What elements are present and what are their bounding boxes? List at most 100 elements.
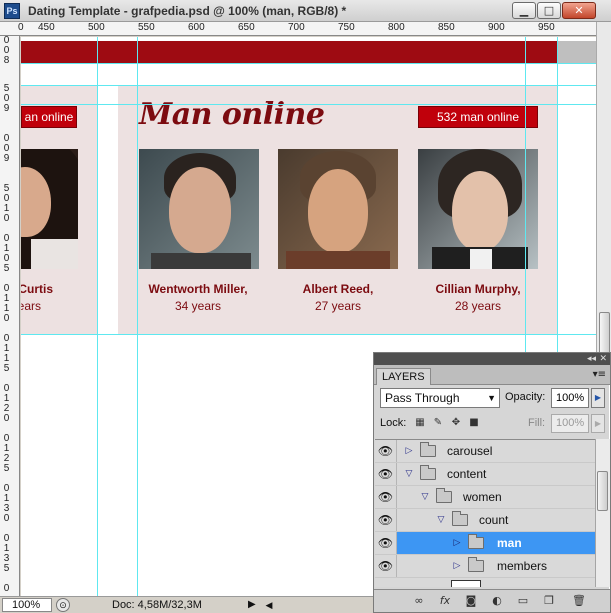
ruler-label: 700 xyxy=(288,22,305,33)
ruler-label: 5 xyxy=(3,263,10,274)
new-group-icon[interactable]: ▭ xyxy=(514,594,532,608)
ruler-label: 450 xyxy=(38,22,55,33)
ruler-label: 0 xyxy=(3,313,10,324)
close-button[interactable]: ✕ xyxy=(562,2,596,19)
lock-paint-icon[interactable]: ✎ xyxy=(432,417,444,429)
profile-name: Wentworth Miller, xyxy=(148,282,248,296)
ruler-label: 0 xyxy=(3,413,10,424)
layer-row-content[interactable]: 👁 ▽ content xyxy=(375,463,595,486)
chevron-down-icon: ▼ xyxy=(487,393,496,403)
profile-name: Curtis, xyxy=(21,282,53,296)
expand-arrow-icon[interactable]: ▷ xyxy=(451,532,463,554)
blend-mode-select[interactable]: Pass Through ▼ xyxy=(380,388,500,408)
expand-arrow-icon[interactable]: ▷ xyxy=(403,440,415,462)
visibility-eye-icon[interactable]: 👁 xyxy=(375,532,397,554)
lock-all-icon[interactable]: ■ xyxy=(468,417,480,429)
link-icon[interactable]: ∞ xyxy=(410,594,428,608)
document-info: Doc: 4,58M/32,3M xyxy=(112,599,202,611)
layer-name: members xyxy=(497,559,548,573)
section-title: Man online xyxy=(139,97,325,132)
adjustment-icon[interactable]: ◐ xyxy=(488,594,506,608)
layer-row-women[interactable]: 👁 ▽ women xyxy=(375,486,595,509)
folder-icon xyxy=(420,465,436,480)
horizontal-ruler[interactable]: 0 450 500 550 600 650 700 750 800 850 90… xyxy=(0,22,596,36)
profile-name: Albert Reed, xyxy=(302,282,374,296)
layer-name: women xyxy=(463,490,502,504)
fill-label: Fill: xyxy=(528,417,546,429)
layer-row-partial[interactable] xyxy=(375,578,595,587)
collapse-icon[interactable]: ◂◂ xyxy=(587,353,596,365)
guide-line[interactable] xyxy=(21,334,596,335)
title-bar: Ps Dating Template - grafpedia.psd @ 100… xyxy=(0,0,611,22)
minimize-button[interactable]: ▁ xyxy=(512,2,536,19)
layer-name: count xyxy=(479,513,509,527)
new-layer-icon[interactable]: ❐ xyxy=(540,594,558,608)
fill-input[interactable]: 100% xyxy=(551,414,589,433)
folder-icon xyxy=(468,557,484,572)
blend-mode-value: Pass Through xyxy=(385,391,460,405)
ruler-label: 900 xyxy=(488,22,505,33)
ruler-label: 0 xyxy=(3,513,10,524)
guide-line[interactable] xyxy=(21,63,596,64)
scrollbar-thumb[interactable] xyxy=(597,471,608,511)
folder-icon xyxy=(452,511,468,526)
panel-menu-icon[interactable]: ▾≡ xyxy=(593,369,606,380)
mask-icon[interactable]: ◙ xyxy=(462,594,480,608)
visibility-eye-icon[interactable]: 👁 xyxy=(375,509,397,531)
guide-line[interactable] xyxy=(137,37,138,596)
folder-icon xyxy=(468,534,484,549)
folder-icon xyxy=(420,442,436,457)
lock-label: Lock: xyxy=(380,417,407,429)
opacity-input[interactable]: 100% xyxy=(551,388,589,408)
layer-row-man[interactable]: 👁 ▷ man xyxy=(375,532,595,555)
profile-name: Cillian Murphy, xyxy=(435,282,521,296)
tab-layers[interactable]: LAYERS xyxy=(376,368,431,385)
ruler-label: 8 xyxy=(3,55,10,66)
visibility-eye-icon[interactable]: 👁 xyxy=(375,486,397,508)
fx-icon[interactable]: fx xyxy=(436,594,454,608)
collapse-arrow-icon[interactable]: ▽ xyxy=(403,463,415,485)
header-bar-edge xyxy=(557,41,596,63)
layer-list: 👁 ▷ carousel 👁 ▽ content 👁 ▽ women 👁 ▽ c… xyxy=(375,439,595,587)
status-info-icon[interactable]: ⊙ xyxy=(56,598,70,612)
vertical-ruler[interactable]: 0085090095010010501100115012001250130013… xyxy=(0,36,20,596)
folder-icon xyxy=(436,488,452,503)
ruler-label: 5 xyxy=(3,563,10,574)
lock-position-icon[interactable]: ✥ xyxy=(450,417,462,429)
lock-transparency-icon[interactable]: ▦ xyxy=(414,417,426,429)
zoom-field[interactable]: 100% xyxy=(2,598,52,612)
ruler-label: 750 xyxy=(338,22,355,33)
opacity-slider-arrow-icon[interactable]: ▶ xyxy=(591,388,605,408)
ruler-label: 550 xyxy=(138,22,155,33)
profile-photo xyxy=(139,149,259,269)
layers-footer-toolbar: ∞ fx ◙ ◐ ▭ ❐ 🗑 xyxy=(374,589,610,612)
ruler-label: 0 xyxy=(18,22,24,33)
fill-slider-arrow-icon[interactable]: ▶ xyxy=(591,414,605,433)
expand-arrow-icon[interactable]: ▷ xyxy=(451,555,463,577)
collapse-arrow-icon[interactable]: ▽ xyxy=(419,486,431,508)
layer-row-count[interactable]: 👁 ▽ count xyxy=(375,509,595,532)
profile-age: 34 years xyxy=(174,299,222,313)
visibility-eye-icon[interactable]: 👁 xyxy=(375,555,397,577)
visibility-eye-icon[interactable]: 👁 xyxy=(375,463,397,485)
panel-close-icon[interactable]: ✕ xyxy=(599,353,607,365)
layer-list-scrollbar[interactable] xyxy=(595,439,610,587)
status-menu-arrow-icon[interactable]: ▶ xyxy=(248,598,256,612)
ruler-label: 9 xyxy=(3,103,10,114)
layer-row-members[interactable]: 👁 ▷ members xyxy=(375,555,595,578)
opacity-label: Opacity: xyxy=(505,391,546,403)
collapse-arrow-icon[interactable]: ▽ xyxy=(435,509,447,531)
guide-line[interactable] xyxy=(21,104,596,105)
guide-line[interactable] xyxy=(21,85,596,86)
layer-row-carousel[interactable]: 👁 ▷ carousel xyxy=(375,440,595,463)
guide-line[interactable] xyxy=(97,37,98,596)
visibility-eye-icon[interactable]: 👁 xyxy=(375,440,397,462)
maximize-button[interactable]: □ xyxy=(537,2,561,19)
ruler-label: 0 xyxy=(3,213,10,224)
ruler-label: 800 xyxy=(388,22,405,33)
trash-icon[interactable]: 🗑 xyxy=(570,594,588,608)
ruler-label: 500 xyxy=(88,22,105,33)
layers-panel: ◂◂ ✕ LAYERS ▾≡ Pass Through ▼ Opacity: 1… xyxy=(373,352,611,613)
scroll-left-icon[interactable]: ◀ xyxy=(262,598,276,612)
ruler-label: 5 xyxy=(3,463,10,474)
